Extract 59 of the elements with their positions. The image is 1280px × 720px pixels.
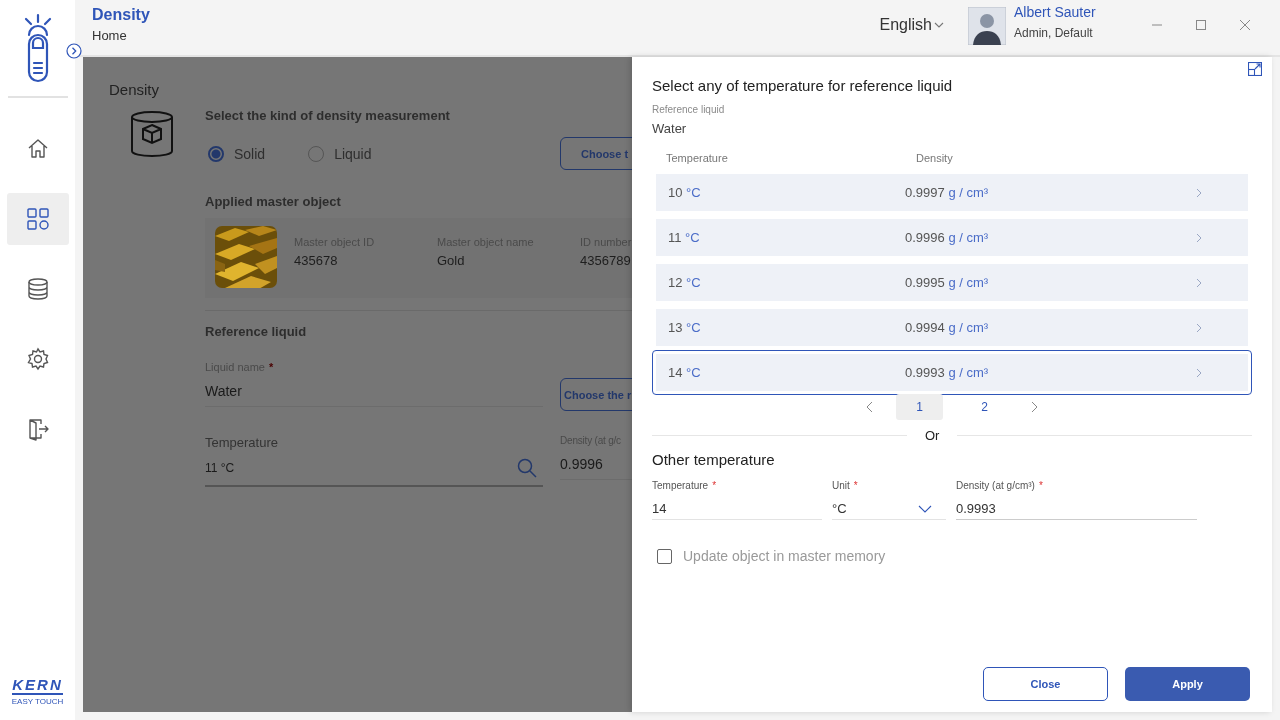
chevron-down-icon: [918, 504, 932, 513]
section-heading: Other temperature: [652, 451, 776, 468]
chevron-right-icon: [1196, 232, 1202, 243]
table-cell-text: 12 °C: [667, 275, 702, 290]
field-value: 4356789: [580, 253, 632, 268]
table-row[interactable]: 14 °C 0.9993 g / cm³: [652, 350, 1252, 395]
settings-icon: [25, 347, 50, 371]
temperature-field[interactable]: Temperature 11 °C: [205, 435, 543, 487]
user-role: Admin, Default: [1014, 26, 1094, 40]
close-button[interactable]: Close: [983, 667, 1108, 701]
section-heading: Applied master object: [205, 194, 342, 209]
chevron-right-icon: [1196, 277, 1202, 288]
brand-tagline: EASY TOUCH: [11, 697, 64, 706]
table-cell-text: 10 °C: [667, 185, 702, 200]
chevron-right-icon: [1196, 322, 1202, 333]
field-label: Reference liquid: [652, 104, 726, 115]
page-button[interactable]: 2: [961, 394, 1008, 420]
brand-logo: KERN: [11, 678, 64, 695]
apply-button[interactable]: Apply: [1125, 667, 1250, 701]
page-button[interactable]: 1: [896, 394, 943, 420]
sidebar-item[interactable]: [6, 193, 69, 245]
search-icon[interactable]: [517, 458, 537, 478]
input-field[interactable]: Temperature * 14: [652, 480, 822, 520]
section-heading: Select the kind of density measurement: [205, 108, 451, 123]
user-name: Albert Sauter: [1014, 4, 1096, 20]
drawer-title: Select any of temperature for reference liquid: [652, 77, 954, 94]
cylinder-cube-icon: [130, 111, 174, 157]
table-cell-text: 0.9997 g / cm³: [905, 185, 990, 200]
section-heading: Reference liquid: [205, 324, 308, 339]
apps-icon: [25, 207, 50, 231]
column-header: Density: [916, 152, 954, 164]
chevron-right-icon: [1196, 187, 1202, 198]
section-title: Density: [109, 81, 161, 98]
table-cell-text: 0.9996 g / cm³: [905, 230, 990, 245]
breadcrumb[interactable]: Home: [92, 28, 880, 43]
field-value: Gold: [437, 253, 466, 268]
table-cell-text: 14 °C: [667, 365, 702, 380]
chevron-right-icon: [1196, 367, 1202, 378]
field-value: 435678: [294, 253, 339, 268]
table-cell-text: 0.9993 g / cm³: [905, 365, 990, 380]
expand-icon[interactable]: [66, 43, 82, 59]
table-cell-text: 0.9995 g / cm³: [905, 275, 990, 290]
expand-icon[interactable]: [1248, 62, 1262, 76]
language-select[interactable]: English: [879, 16, 944, 34]
database-icon: [25, 277, 50, 301]
column-header: Temperature: [666, 152, 729, 164]
table-cell-text: 0.9994 g / cm³: [905, 320, 990, 335]
avatar-icon: [968, 7, 1006, 45]
table-cell-text: 11 °C: [667, 230, 701, 245]
divider-label: Or: [925, 428, 940, 443]
table-cell-text: 13 °C: [667, 320, 702, 335]
page-title: Density: [92, 6, 151, 24]
field-label: Temperature: [205, 435, 279, 450]
field-value: Water: [652, 121, 688, 136]
input-field[interactable]: Density (at g/cm³) * 0.9993: [956, 480, 1197, 520]
unit-select[interactable]: Unit * °C: [832, 480, 946, 520]
close-icon[interactable]: [1239, 19, 1251, 31]
maximize-icon[interactable]: [1195, 19, 1207, 31]
chevron-down-icon: [934, 21, 944, 29]
